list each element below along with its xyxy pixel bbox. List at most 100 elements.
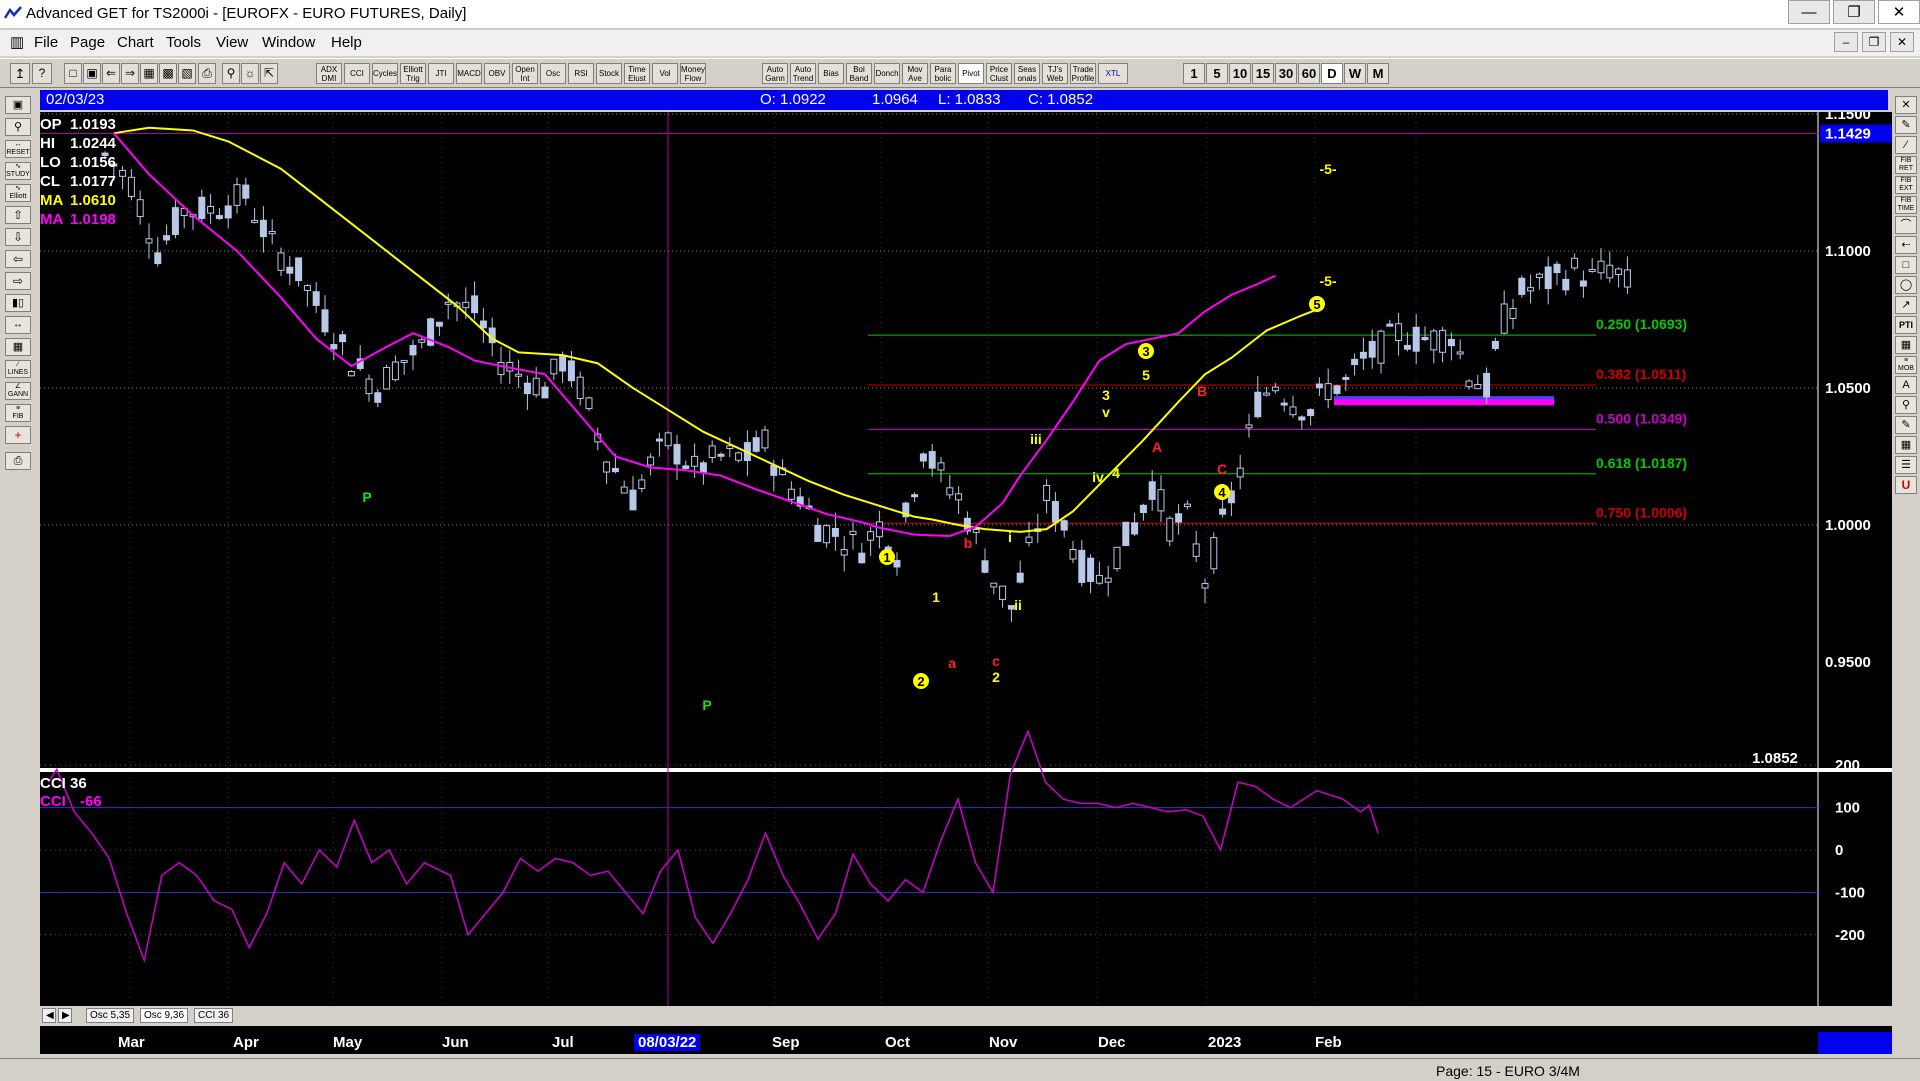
fib-tool[interactable]: ≡ FIB <box>5 404 31 422</box>
period-monthly[interactable]: M <box>1367 63 1389 84</box>
tool-parabolic[interactable]: Para bolic <box>930 63 956 84</box>
delete-tool[interactable]: ✕ <box>1895 96 1917 114</box>
tool-open-int[interactable]: Open Int <box>512 63 538 84</box>
period-60[interactable]: 60 <box>1298 63 1320 84</box>
pti-tool[interactable]: PTI <box>1895 316 1917 334</box>
tool-xtl[interactable]: XTL <box>1098 63 1128 84</box>
tool-stock[interactable]: Stock <box>596 63 622 84</box>
period-daily[interactable]: D <box>1321 63 1343 84</box>
tool-macd[interactable]: MACD <box>456 63 482 84</box>
period-10[interactable]: 10 <box>1229 63 1251 84</box>
undo-tool[interactable]: U <box>1895 476 1917 494</box>
open-chart-tool[interactable]: ▣ <box>5 96 31 114</box>
elliott-tool[interactable]: ∿ Elliott <box>5 184 31 202</box>
menu-chart[interactable]: Chart <box>117 34 154 51</box>
tool-vol[interactable]: Vol <box>652 63 678 84</box>
tab-osc-5-35[interactable]: Osc 5,35 <box>86 1008 135 1023</box>
up-arrow-tool[interactable]: ⇧ <box>5 206 31 224</box>
tool-jti[interactable]: JTI <box>428 63 454 84</box>
table-tool[interactable]: ▦ <box>1895 336 1917 354</box>
period-5[interactable]: 5 <box>1206 63 1228 84</box>
calc-tool[interactable]: ▦ <box>1895 436 1917 454</box>
right-arrow-tool[interactable]: ⇨ <box>5 272 31 290</box>
menu-page[interactable]: Page <box>70 34 105 51</box>
forward-button[interactable]: ⇒ <box>121 63 139 84</box>
mdi-minimize-button[interactable]: – <box>1834 32 1858 52</box>
fib-ret-tool[interactable]: FIB RET <box>1895 156 1917 174</box>
tool-bias[interactable]: Bias <box>818 63 844 84</box>
cascade-button[interactable]: ▩ <box>159 63 177 84</box>
lines-tool[interactable]: ∕ LINES <box>5 360 31 378</box>
tab-scroll-right[interactable]: ▶ <box>58 1008 72 1023</box>
tool-rsi[interactable]: RSI <box>568 63 594 84</box>
tool-elliott-trig[interactable]: Elliott Trig <box>400 63 426 84</box>
mdi-restore-button[interactable]: ❐ <box>1862 32 1886 52</box>
text-tool[interactable]: A <box>1895 376 1917 394</box>
minimize-button[interactable]: — <box>1788 0 1830 24</box>
tool-osc[interactable]: Osc <box>540 63 566 84</box>
bulb-button[interactable]: ⚲ <box>222 63 240 84</box>
spacing-tool[interactable]: ↔ <box>5 316 31 334</box>
zoom-chart-tool[interactable]: ⚲ <box>1895 396 1917 414</box>
tile-button[interactable]: ▦ <box>140 63 158 84</box>
print-tool[interactable]: ⎙ <box>5 452 31 470</box>
ideas-button[interactable]: ☼ <box>241 63 259 84</box>
tool-mov-ave[interactable]: Mov Ave <box>902 63 928 84</box>
cross-tool[interactable]: + <box>5 426 31 444</box>
tool-cci[interactable]: CCI <box>344 63 370 84</box>
reset-tool[interactable]: ↔ RESET <box>5 140 31 158</box>
paint-tool[interactable]: ✎ <box>1895 416 1917 434</box>
mdi-close-button[interactable]: ✕ <box>1890 32 1914 52</box>
menu-file[interactable]: File <box>34 34 58 51</box>
tool-price-clust[interactable]: Price Clust <box>986 63 1012 84</box>
new-page-button[interactable]: □ <box>64 63 82 84</box>
mob-tool[interactable]: ≡ MOB <box>1895 356 1917 374</box>
tab-osc-9-36[interactable]: Osc 9,36 <box>140 1008 189 1023</box>
tool-money-flow[interactable]: Money Flow <box>680 63 706 84</box>
tool-time-elust[interactable]: Time Elust <box>624 63 650 84</box>
back-button[interactable]: ⇐ <box>102 63 120 84</box>
zoom-tool[interactable]: ⚲ <box>5 118 31 136</box>
tool-donch[interactable]: Donch <box>874 63 900 84</box>
whats-this-button[interactable]: ⇱ <box>260 63 278 84</box>
pitchfork-tool[interactable]: ↗ <box>1895 296 1917 314</box>
open-button[interactable]: ▣ <box>83 63 101 84</box>
period-weekly[interactable]: W <box>1344 63 1366 84</box>
print-button[interactable]: ⎙ <box>198 63 216 84</box>
study-tool[interactable]: ∿ STUDY <box>5 162 31 180</box>
close-button[interactable]: ✕ <box>1878 0 1920 24</box>
fib-time-tool[interactable]: FIB TIME <box>1895 196 1917 214</box>
period-15[interactable]: 15 <box>1252 63 1274 84</box>
tool-bol-band[interactable]: Bol Band <box>846 63 872 84</box>
tool-tj-web[interactable]: TJ's Web <box>1042 63 1068 84</box>
trendline-tool[interactable]: ∕ <box>1895 136 1917 154</box>
menu-window[interactable]: Window <box>262 34 315 51</box>
notes-tool[interactable]: ☰ <box>1895 456 1917 474</box>
ellipse-tool[interactable]: ◯ <box>1895 276 1917 294</box>
bars-tool[interactable]: ▮▯ <box>5 294 31 312</box>
grid-tool[interactable]: ▦ <box>5 338 31 356</box>
tool-cycles[interactable]: Cycles <box>372 63 398 84</box>
tool-adx-dmi[interactable]: ADX DMI <box>316 63 342 84</box>
period-1[interactable]: 1 <box>1183 63 1205 84</box>
tool-seasonals[interactable]: Seas onals <box>1014 63 1040 84</box>
tool-auto-trend[interactable]: Auto Trend <box>790 63 816 84</box>
arrange-button[interactable]: ▧ <box>178 63 196 84</box>
gann-tool[interactable]: ∠ GANN <box>5 382 31 400</box>
tab-scroll-left[interactable]: ◀ <box>42 1008 56 1023</box>
down-arrow-tool[interactable]: ⇩ <box>5 228 31 246</box>
tool-pivot[interactable]: Pivot <box>958 63 984 84</box>
menu-help[interactable]: Help <box>331 34 362 51</box>
maximize-button[interactable]: ❐ <box>1833 0 1875 24</box>
price-chart[interactable]: 0.250 (1.0693) 0.382 (1.0511) 0.500 (1.034… <box>40 112 1892 1046</box>
box-tool[interactable]: □ <box>1895 256 1917 274</box>
fib-ext-tool[interactable]: FIB EXT <box>1895 176 1917 194</box>
tool-auto-gann[interactable]: Auto Gann <box>762 63 788 84</box>
fan-tool[interactable]: ⇠ <box>1895 236 1917 254</box>
arc-tool[interactable]: ⌒ <box>1895 216 1917 234</box>
pencil-tool[interactable]: ✎ <box>1895 116 1917 134</box>
tool-obv[interactable]: OBV <box>484 63 510 84</box>
period-30[interactable]: 30 <box>1275 63 1297 84</box>
tool-trade-profile[interactable]: Trade Profile <box>1070 63 1096 84</box>
help-context-button[interactable]: ? <box>32 63 52 84</box>
